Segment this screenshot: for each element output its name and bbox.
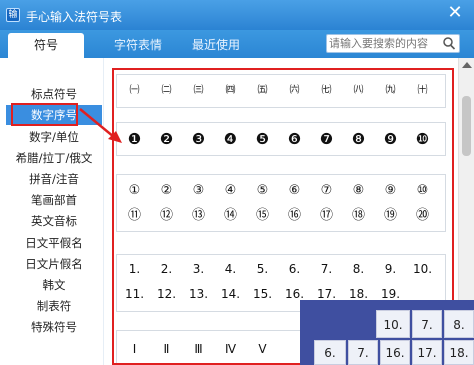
- overlay-key[interactable]: 7.: [348, 340, 378, 365]
- sidebar-item-special-symbols[interactable]: 特殊符号: [6, 317, 102, 337]
- symbol-cell[interactable]: 12.: [150, 281, 183, 307]
- symbol-cell[interactable]: ⑪: [118, 203, 151, 229]
- symbol-cell[interactable]: ⑮: [246, 203, 279, 229]
- sidebar-item-pinyin-zhuyin[interactable]: 拼音/注音: [6, 169, 102, 189]
- symbol-cell[interactable]: ⑱: [342, 203, 375, 229]
- symbol-cell[interactable]: 10.: [406, 256, 439, 282]
- scroll-up-icon[interactable]: [462, 62, 472, 68]
- symbol-cell[interactable]: ❿: [406, 126, 439, 152]
- symbol-cell[interactable]: ③: [182, 178, 215, 204]
- sidebar-item-katakana[interactable]: 日文片假名: [6, 254, 102, 274]
- symbol-cell[interactable]: 5.: [246, 256, 279, 282]
- symbol-cell[interactable]: 7.: [310, 256, 343, 282]
- symbol-cell[interactable]: ㈠: [118, 78, 151, 104]
- sidebar-item-strokes-radicals[interactable]: 笔画部首: [6, 190, 102, 210]
- overlay-key[interactable]: 16.: [380, 340, 410, 365]
- symbol-cell[interactable]: ②: [150, 178, 183, 204]
- tab-symbols[interactable]: 符号: [8, 33, 84, 58]
- overlapping-window-fragment: 10. 7. 8. 6. 7. 16. 17. 18.: [300, 300, 474, 365]
- symbol-cell[interactable]: 11.: [118, 281, 151, 307]
- symbol-cell[interactable]: ⑩: [406, 178, 439, 204]
- symbol-cell[interactable]: 9.: [374, 256, 407, 282]
- tab-recent[interactable]: 最近使用: [180, 33, 252, 58]
- sidebar-item-punctuation[interactable]: 标点符号: [6, 84, 102, 104]
- symbol-cell[interactable]: ⑰: [310, 203, 343, 229]
- symbol-cell[interactable]: Ⅱ: [150, 336, 183, 362]
- symbol-cell[interactable]: ⑤: [246, 178, 279, 204]
- search-input[interactable]: [329, 36, 439, 51]
- symbol-cell[interactable]: ⑨: [374, 178, 407, 204]
- overlay-key[interactable]: 18.: [444, 340, 474, 365]
- symbol-cell[interactable]: ❼: [310, 126, 343, 152]
- app-logo-icon: 输: [6, 8, 20, 22]
- close-icon[interactable]: ✕: [446, 4, 464, 22]
- symbol-cell[interactable]: ㈩: [406, 78, 439, 104]
- symbol-cell[interactable]: 13.: [182, 281, 215, 307]
- symbol-cell[interactable]: ❶: [118, 126, 151, 152]
- symbol-cell[interactable]: ㈨: [374, 78, 407, 104]
- symbol-cell[interactable]: Ⅴ: [246, 336, 279, 362]
- symbol-cell[interactable]: ⑥: [278, 178, 311, 204]
- symbol-cell[interactable]: ④: [214, 178, 247, 204]
- symbol-cell[interactable]: ❾: [374, 126, 407, 152]
- symbol-cell[interactable]: ❹: [214, 126, 247, 152]
- category-sidebar: 标点符号 数字序号 数字/单位 希腊/拉丁/俄文 拼音/注音 笔画部首 英文音标…: [0, 58, 104, 365]
- symbol-cell[interactable]: ❽: [342, 126, 375, 152]
- title-bar: 输 手心输入法符号表 ✕: [0, 0, 474, 30]
- symbol-cell[interactable]: ㈣: [214, 78, 247, 104]
- symbol-cell[interactable]: ⑬: [182, 203, 215, 229]
- symbol-cell[interactable]: ❸: [182, 126, 215, 152]
- symbol-cell[interactable]: ⑳: [406, 203, 439, 229]
- symbol-cell[interactable]: Ⅰ: [118, 336, 151, 362]
- symbol-cell[interactable]: 1.: [118, 256, 151, 282]
- symbol-cell[interactable]: 15.: [246, 281, 279, 307]
- symbol-cell[interactable]: Ⅲ: [182, 336, 215, 362]
- tab-emoticons[interactable]: 字符表情: [100, 33, 176, 58]
- symbol-cell[interactable]: Ⅳ: [214, 336, 247, 362]
- symbol-cell[interactable]: ⑦: [310, 178, 343, 204]
- symbol-cell[interactable]: ⑲: [374, 203, 407, 229]
- symbol-cell[interactable]: ㈤: [246, 78, 279, 104]
- sidebar-item-box-drawing[interactable]: 制表符: [6, 296, 102, 316]
- overlay-key[interactable]: 10.: [376, 310, 410, 338]
- symbol-cell[interactable]: ①: [118, 178, 151, 204]
- symbol-cell[interactable]: 2.: [150, 256, 183, 282]
- sidebar-item-numbers-units[interactable]: 数字/单位: [6, 127, 102, 147]
- symbol-cell[interactable]: ❷: [150, 126, 183, 152]
- symbol-cell[interactable]: 4.: [214, 256, 247, 282]
- symbol-cell[interactable]: 3.: [182, 256, 215, 282]
- overlay-key[interactable]: 6.: [314, 340, 346, 365]
- search-box: [326, 34, 460, 53]
- overlay-key[interactable]: 8.: [444, 310, 474, 338]
- symbol-cell[interactable]: ㈡: [150, 78, 183, 104]
- sidebar-item-korean[interactable]: 韩文: [6, 275, 102, 295]
- symbol-cell[interactable]: ㈧: [342, 78, 375, 104]
- tab-bar: 符号 字符表情 最近使用: [0, 30, 474, 58]
- search-icon[interactable]: [442, 36, 456, 51]
- symbol-cell[interactable]: ⑯: [278, 203, 311, 229]
- symbol-cell[interactable]: ⑧: [342, 178, 375, 204]
- symbol-cell[interactable]: ❺: [246, 126, 279, 152]
- sidebar-item-english-phonetic[interactable]: 英文音标: [6, 211, 102, 231]
- symbol-cell[interactable]: ⑫: [150, 203, 183, 229]
- symbol-cell[interactable]: 6.: [278, 256, 311, 282]
- symbol-cell[interactable]: ⑭: [214, 203, 247, 229]
- overlay-key[interactable]: 7.: [412, 310, 442, 338]
- symbol-cell[interactable]: ㈦: [310, 78, 343, 104]
- symbol-cell[interactable]: 14.: [214, 281, 247, 307]
- window-title: 手心输入法符号表: [26, 10, 123, 24]
- overlay-key[interactable]: 17.: [412, 340, 442, 365]
- symbol-cell[interactable]: ㈥: [278, 78, 311, 104]
- symbol-cell[interactable]: ㈢: [182, 78, 215, 104]
- symbol-cell[interactable]: ❻: [278, 126, 311, 152]
- sidebar-item-hiragana[interactable]: 日文平假名: [6, 233, 102, 253]
- scrollbar-thumb[interactable]: [462, 96, 471, 156]
- sidebar-item-number-ordinals[interactable]: 数字序号: [6, 105, 102, 125]
- sidebar-item-greek-latin-russian[interactable]: 希腊/拉丁/俄文: [6, 148, 102, 168]
- symbol-cell[interactable]: 8.: [342, 256, 375, 282]
